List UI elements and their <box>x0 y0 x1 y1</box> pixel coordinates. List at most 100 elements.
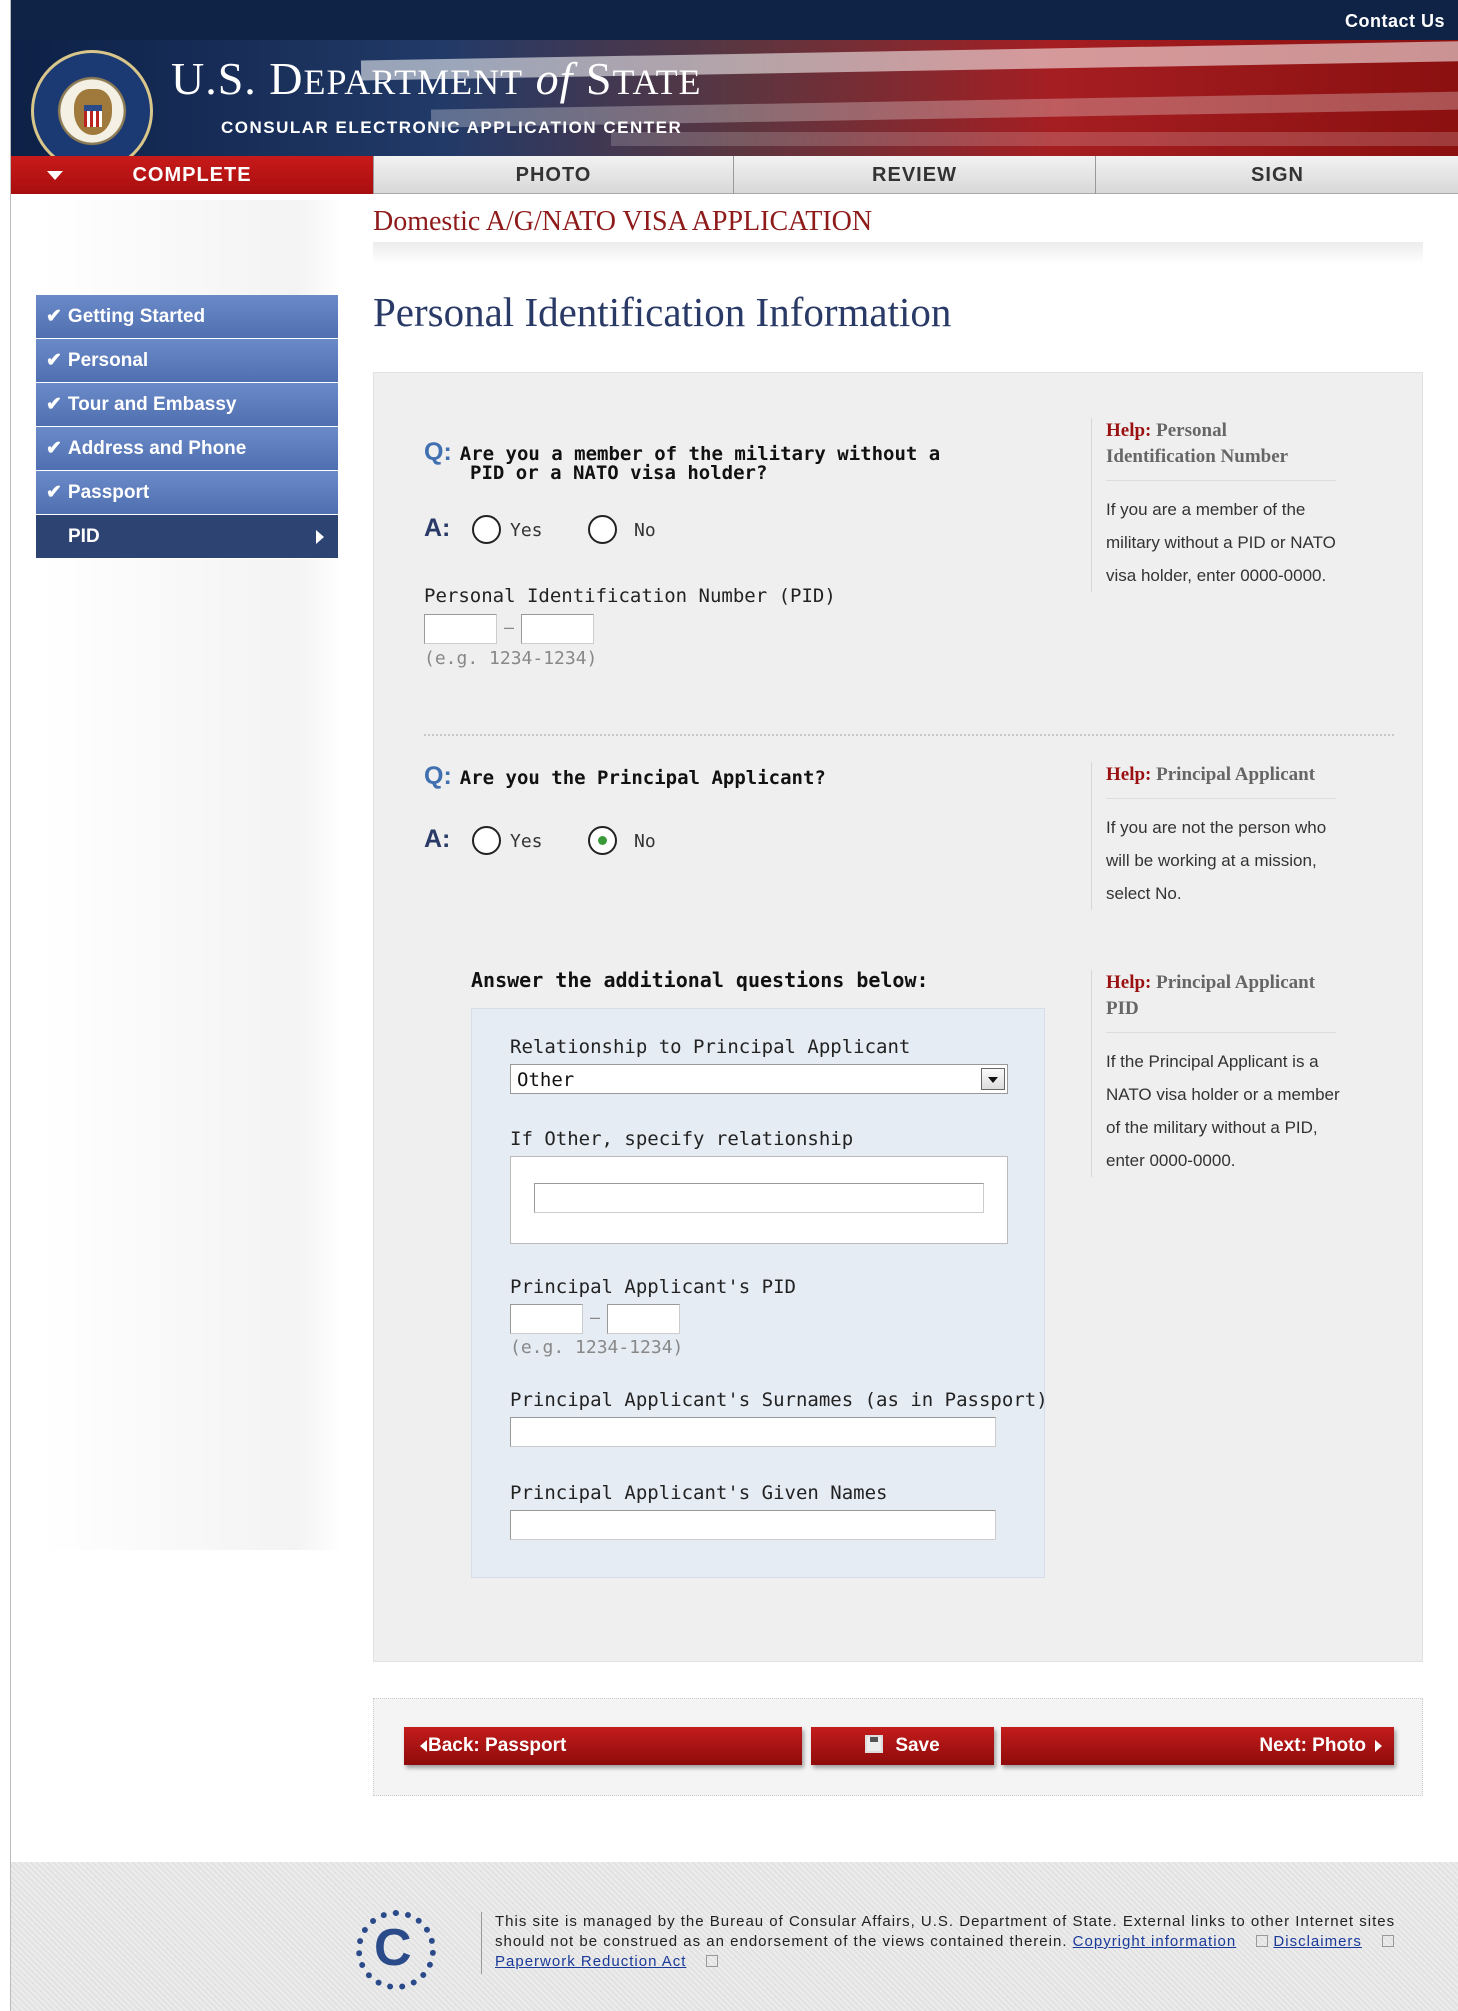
sidebar-item-getting-started[interactable]: ✔ Getting Started <box>36 295 338 339</box>
sidebar-item-label: PID <box>68 526 100 547</box>
question-marker: Q: <box>424 762 452 790</box>
page: Contact Us U.S. DEPARTMENT of STATE CONS… <box>10 0 1458 2011</box>
top-bar: Contact Us <box>11 0 1458 40</box>
progress-steps: COMPLETE PHOTO REVIEW SIGN <box>11 156 1458 194</box>
pid-separator: – <box>590 1307 601 1327</box>
pid-label: Personal Identification Number (PID) <box>424 585 836 607</box>
sidebar-item-label: Personal <box>67 350 149 371</box>
check-icon: ✔ <box>46 482 62 503</box>
department-name: U.S. DEPARTMENT of STATE <box>171 52 702 105</box>
paperwork-reduction-act-link[interactable]: Paperwork Reduction Act <box>495 1953 686 1970</box>
step-label: SIGN <box>1251 164 1304 186</box>
dropdown-arrow-icon[interactable] <box>981 1068 1005 1090</box>
q2-no-label: No <box>634 831 656 852</box>
save-button[interactable]: Save <box>811 1727 994 1765</box>
site-subtitle: CONSULAR ELECTRONIC APPLICATION CENTER <box>221 118 683 137</box>
contact-us-link[interactable]: Contact Us <box>1345 11 1445 32</box>
external-link-icon <box>1256 1935 1269 1947</box>
pa-pid-part2-input[interactable] <box>607 1304 680 1334</box>
relationship-selected-value: Other <box>517 1069 575 1091</box>
divider <box>373 242 1423 264</box>
answer-marker: A: <box>424 825 451 853</box>
given-names-input[interactable] <box>510 1510 996 1540</box>
question-military-pid-line2: PID or a NATO visa holder? <box>470 462 768 484</box>
pa-pid-part1-input[interactable] <box>510 1304 583 1334</box>
chevron-down-icon <box>47 171 63 180</box>
pid-part2-input[interactable] <box>521 614 594 644</box>
surnames-label: Principal Applicant's Surnames (as in Pa… <box>510 1389 1048 1411</box>
step-complete[interactable]: COMPLETE <box>11 156 374 194</box>
help-text: If you are not the person who will be wo… <box>1106 818 1327 903</box>
help-principal-applicant: Help: Principal Applicant If you are not… <box>1091 762 1346 910</box>
relationship-select[interactable]: Other <box>510 1064 1008 1094</box>
additional-questions-heading: Answer the additional questions below: <box>471 968 929 992</box>
help-principal-applicant-pid: Help: Principal Applicant PID If the Pri… <box>1091 970 1346 1177</box>
sidebar-item-label: Passport <box>67 482 150 503</box>
next-button[interactable]: Next: Photo <box>1001 1727 1394 1765</box>
shield-icon <box>84 105 102 127</box>
question-text: Are you the Principal Applicant? <box>459 767 826 789</box>
given-names-label: Principal Applicant's Given Names <box>510 1482 888 1504</box>
sidebar-item-tour-and-embassy[interactable]: ✔ Tour and Embassy <box>36 383 338 427</box>
sidebar-item-passport[interactable]: ✔ Passport <box>36 471 338 515</box>
question-marker: Q: <box>424 438 452 466</box>
sidebar-item-pid[interactable]: PID <box>36 515 338 559</box>
consular-affairs-logo-icon: C <box>356 1910 436 1990</box>
check-icon: ✔ <box>46 350 62 371</box>
q1-yes-radio[interactable] <box>472 515 501 544</box>
q2-yes-radio[interactable] <box>472 826 501 855</box>
chevron-right-icon <box>316 530 324 544</box>
flag-stripe <box>611 132 1458 146</box>
help-label: Help: <box>1106 972 1152 993</box>
help-text: If the Principal Applicant is a NATO vis… <box>1106 1052 1340 1170</box>
help-title: Help: Principal Applicant PID <box>1106 970 1336 1033</box>
external-link-icon <box>1381 1935 1394 1947</box>
q2-yes-label: Yes <box>510 831 543 852</box>
check-icon: ✔ <box>46 306 62 327</box>
save-button-label: Save <box>895 1735 940 1756</box>
footer-text: This site is managed by the Bureau of Co… <box>495 1912 1415 1972</box>
dept-name-part: of <box>535 53 574 104</box>
step-label: REVIEW <box>872 164 957 186</box>
step-photo[interactable]: PHOTO <box>374 156 734 194</box>
step-review[interactable]: REVIEW <box>734 156 1096 194</box>
divider <box>424 734 1394 736</box>
surnames-input[interactable] <box>510 1417 996 1447</box>
disclaimers-link[interactable]: Disclaimers <box>1273 1933 1362 1950</box>
help-personal-identification-number: Help: Personal Identification Number If … <box>1091 418 1346 592</box>
step-label: COMPLETE <box>132 164 252 186</box>
sidebar-item-label: Tour and Embassy <box>67 394 237 415</box>
external-link-icon <box>706 1955 719 1967</box>
help-title-text: Principal Applicant <box>1156 764 1316 785</box>
next-button-label: Next: Photo <box>1259 1735 1366 1756</box>
pid-part1-input[interactable] <box>424 614 497 644</box>
back-button[interactable]: Back: Passport <box>404 1727 802 1765</box>
application-title: Domestic A/G/NATO VISA APPLICATION <box>373 206 873 237</box>
pa-pid-hint: (e.g. 1234-1234) <box>510 1337 684 1358</box>
q2-no-radio[interactable] <box>588 826 617 855</box>
sidebar-item-personal[interactable]: ✔ Personal <box>36 339 338 383</box>
sidebar-item-label: Address and Phone <box>67 438 247 459</box>
back-button-label: Back: Passport <box>428 1735 567 1756</box>
q1-no-radio[interactable] <box>588 515 617 544</box>
footer-divider <box>481 1912 482 1974</box>
sidebar-item-label: Getting Started <box>67 306 206 327</box>
chevron-right-icon <box>1375 1740 1382 1752</box>
pid-hint: (e.g. 1234-1234) <box>424 648 598 669</box>
help-text: If you are a member of the military with… <box>1106 500 1336 585</box>
dept-name-part: U.S. D <box>171 53 304 104</box>
dept-name-part: EPARTMENT <box>303 62 524 102</box>
step-sign[interactable]: SIGN <box>1096 156 1458 194</box>
logo-letter: C <box>374 1919 412 1977</box>
pid-separator: – <box>504 617 515 637</box>
other-relationship-input[interactable] <box>534 1183 984 1213</box>
copyright-link[interactable]: Copyright information <box>1073 1933 1237 1950</box>
site-banner: U.S. DEPARTMENT of STATE CONSULAR ELECTR… <box>11 40 1458 156</box>
relationship-label: Relationship to Principal Applicant <box>510 1036 911 1058</box>
floppy-disk-icon <box>865 1735 884 1753</box>
answer-marker: A: <box>424 514 451 542</box>
q1-no-label: No <box>634 520 656 541</box>
question-principal-applicant: Q: Are you the Principal Applicant? <box>424 762 826 791</box>
sidebar-item-address-and-phone[interactable]: ✔ Address and Phone <box>36 427 338 471</box>
help-label: Help: <box>1106 420 1152 441</box>
